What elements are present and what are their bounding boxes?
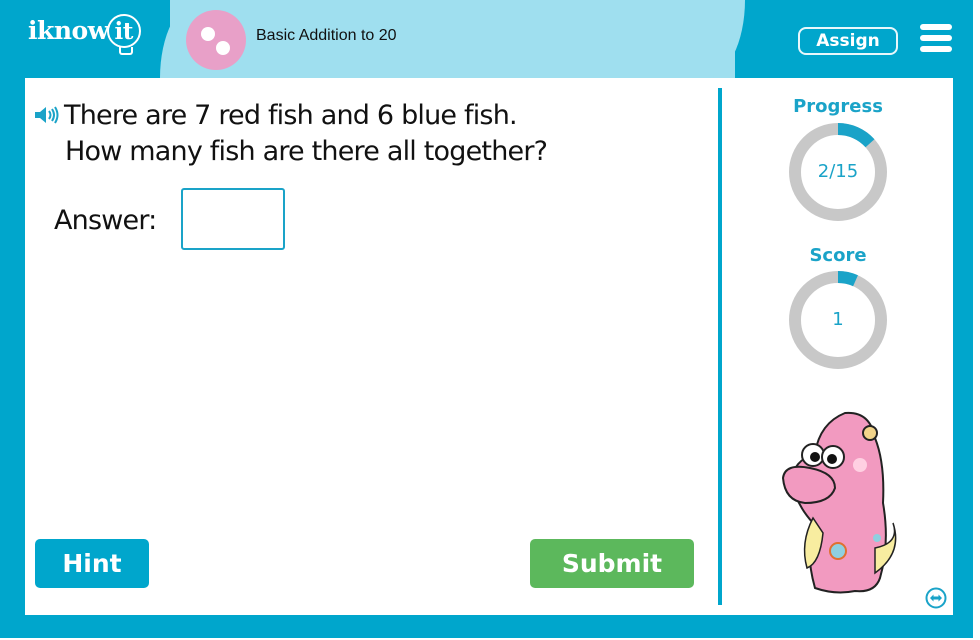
hamburger-menu-icon[interactable] [920, 24, 952, 52]
question-line-1: There are 7 red fish and 6 blue fish. [64, 100, 518, 131]
badge-dot [216, 41, 230, 55]
submit-button[interactable]: Submit [530, 539, 694, 588]
topic-badge-icon [186, 10, 246, 70]
progress-label: Progress [793, 96, 883, 117]
speaker-icon[interactable] [33, 99, 61, 134]
answer-label: Answer: [54, 205, 157, 236]
progress-value: 2/15 [817, 161, 859, 182]
topic-title: Basic Addition to 20 [256, 27, 397, 44]
score-value: 1 [832, 309, 844, 330]
logo-text: iknow [28, 16, 109, 45]
score-label: Score [809, 245, 867, 266]
hint-button[interactable]: Hint [35, 539, 149, 588]
resize-horizontal-icon[interactable] [925, 587, 947, 609]
answer-input[interactable] [181, 188, 285, 250]
pink-monster-mascot [781, 411, 897, 594]
iknowit-logo[interactable]: iknow it [28, 14, 141, 55]
lightbulb-icon: it [106, 14, 141, 55]
question-line-2: How many fish are there all together? [65, 136, 548, 167]
sidebar-divider [718, 88, 722, 605]
topic-header-band [160, 0, 745, 78]
question-text: There are 7 red fish and 6 blue fish. Ho… [33, 98, 548, 169]
assign-button[interactable]: Assign [798, 27, 898, 55]
badge-dot [201, 27, 215, 41]
